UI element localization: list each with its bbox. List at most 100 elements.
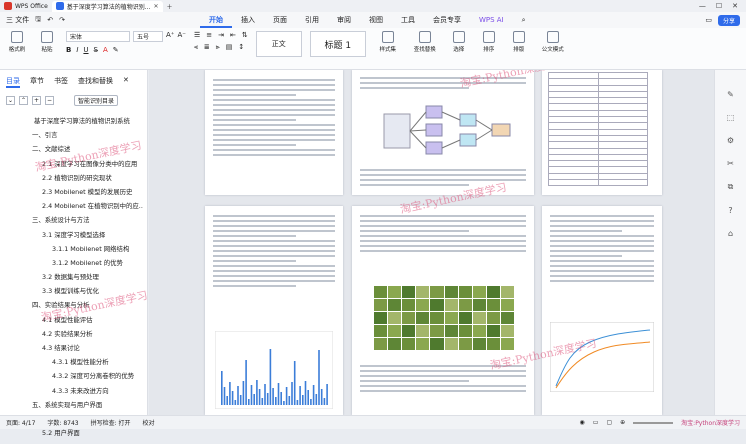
- toc-item[interactable]: 3.1.1 Mobilenet 网络结构: [4, 242, 143, 256]
- properties-icon[interactable]: ⚙: [727, 136, 734, 145]
- cut-icon[interactable]: ✂: [727, 159, 734, 168]
- bold-icon[interactable]: B: [66, 46, 71, 54]
- eye-icon[interactable]: ◉: [580, 419, 585, 426]
- edit-icon[interactable]: ✎: [727, 90, 734, 99]
- menu-home[interactable]: 开始: [200, 12, 232, 28]
- doc-mode-button[interactable]: 公文模式: [538, 31, 568, 53]
- read-mode-icon[interactable]: ▢: [606, 419, 612, 426]
- find-icon: [418, 31, 431, 43]
- underline-icon[interactable]: U: [83, 46, 88, 54]
- align-right-icon[interactable]: ⫸: [216, 43, 220, 52]
- menu-view[interactable]: 视图: [360, 12, 392, 28]
- justify-icon[interactable]: ▤: [226, 43, 233, 52]
- style-heading1[interactable]: 标题 1: [309, 31, 366, 57]
- paste-button[interactable]: 粘贴: [36, 31, 58, 53]
- toc-item[interactable]: 4.3 结果讨论: [4, 341, 143, 355]
- compare-icon[interactable]: ⧉: [728, 182, 734, 192]
- save-icon[interactable]: 🖫: [35, 15, 41, 26]
- toc-item[interactable]: 2.2 植物识别的研究现状: [4, 171, 143, 185]
- nav-tab-sections[interactable]: 章节: [30, 76, 44, 88]
- menu-page[interactable]: 页面: [264, 12, 296, 28]
- line-spacing-icon[interactable]: ↕: [238, 43, 244, 52]
- search-icon[interactable]: ⌕: [513, 12, 535, 28]
- font-size-select[interactable]: 五号: [133, 31, 163, 42]
- comment-icon[interactable]: ▭: [705, 16, 712, 24]
- shrink-font-icon[interactable]: A⁻: [177, 31, 185, 42]
- sort-text-icon[interactable]: ⇅: [242, 31, 248, 39]
- print-layout-icon[interactable]: ▭: [593, 419, 599, 426]
- architecture-diagram: [383, 105, 511, 155]
- toc-item[interactable]: 4.3.3 未来改进方向: [4, 384, 143, 398]
- toc-item[interactable]: 3.1.2 Mobilenet 的优势: [4, 256, 143, 270]
- collapse-icon[interactable]: ⌄: [6, 96, 15, 105]
- add-heading-icon[interactable]: +: [32, 96, 41, 105]
- toc-item[interactable]: 4.3.2 深度可分离卷积的优势: [4, 369, 143, 383]
- help-icon[interactable]: ?: [728, 206, 732, 215]
- menu-insert[interactable]: 插入: [232, 12, 264, 28]
- smart-toc-button[interactable]: 智能识别目录: [74, 95, 119, 106]
- select-tool-icon[interactable]: ⬚: [727, 113, 735, 122]
- spell-check[interactable]: 拼写检查: 打开: [91, 418, 131, 427]
- minimize-icon[interactable]: —: [699, 2, 706, 10]
- remove-heading-icon[interactable]: −: [45, 96, 54, 105]
- word-count[interactable]: 字数: 8743: [47, 418, 78, 427]
- format-painter-button[interactable]: 格式刷: [6, 31, 28, 53]
- nav-tab-find[interactable]: 查找和替换: [78, 76, 113, 88]
- menu-tools[interactable]: 工具: [392, 12, 424, 28]
- toc-item[interactable]: 三、系统设计与方法: [4, 213, 143, 227]
- tab-wps-office[interactable]: WPS Office: [0, 1, 52, 12]
- toc-item[interactable]: 基于深度学习算法的植物识别系统: [4, 114, 143, 128]
- document-page-2: [352, 70, 534, 195]
- number-list-icon[interactable]: ≡: [206, 31, 212, 39]
- redo-icon[interactable]: ↷: [59, 16, 65, 24]
- highlight-icon[interactable]: ✎: [113, 46, 119, 54]
- undo-icon[interactable]: ↶: [47, 16, 53, 24]
- toc-item[interactable]: 2.4 Mobilenet 在植物识别中的应...: [4, 199, 143, 213]
- bar-chart-thumbnail: [215, 331, 333, 409]
- nav-tab-bookmarks[interactable]: 书签: [54, 76, 68, 88]
- toc-item[interactable]: 3.1 深度学习模型选择: [4, 228, 143, 242]
- select-button[interactable]: 选择: [448, 31, 470, 53]
- tools-icon[interactable]: ⌂: [728, 229, 733, 238]
- toc-item[interactable]: 4.2 实验结果分析: [4, 327, 143, 341]
- toc-item[interactable]: 4.3.1 模型性能分析: [4, 355, 143, 369]
- align-left-icon[interactable]: ⫷: [194, 43, 198, 52]
- menu-member[interactable]: 会员专享: [424, 12, 470, 28]
- expand-icon[interactable]: ⌃: [19, 96, 28, 105]
- toc-item[interactable]: 2.3 Mobilenet 模型的发展历史: [4, 185, 143, 199]
- toc-item[interactable]: 3.2 数据集与预处理: [4, 270, 143, 284]
- font-color-icon[interactable]: A: [103, 46, 108, 54]
- toc-item[interactable]: 五、系统实现与用户界面: [4, 398, 143, 412]
- style-normal[interactable]: 正文: [255, 31, 302, 57]
- grow-font-icon[interactable]: A⁺: [166, 31, 174, 42]
- menu-review[interactable]: 审阅: [328, 12, 360, 28]
- tab-document[interactable]: 基于深度学习算法的植物识别... ✕: [51, 0, 163, 12]
- file-menu[interactable]: 三 文件: [6, 15, 29, 25]
- indent-icon[interactable]: ⇥: [218, 31, 224, 39]
- outdent-icon[interactable]: ⇤: [230, 31, 236, 39]
- document-page-3: [542, 70, 662, 195]
- web-layout-icon[interactable]: ⊕: [620, 419, 625, 426]
- page-indicator[interactable]: 页面: 4/17: [6, 418, 35, 427]
- tab-label: 基于深度学习算法的植物识别...: [66, 3, 151, 11]
- maximize-icon[interactable]: ☐: [716, 2, 722, 10]
- align-center-icon[interactable]: ≣: [204, 43, 210, 52]
- sort-button[interactable]: 排序: [478, 31, 500, 53]
- close-window-icon[interactable]: ✕: [732, 2, 738, 10]
- bullet-list-icon[interactable]: ☰: [194, 31, 200, 39]
- italic-icon[interactable]: I: [76, 46, 78, 54]
- nav-tab-toc[interactable]: 目录: [6, 76, 20, 88]
- layout-button[interactable]: 排版: [508, 31, 530, 53]
- close-pane-icon[interactable]: ✕: [123, 76, 129, 88]
- close-tab-icon[interactable]: ✕: [154, 3, 159, 10]
- font-name-select[interactable]: 宋体: [66, 31, 130, 42]
- styles-button[interactable]: 样式集: [374, 31, 402, 53]
- zoom-slider[interactable]: [633, 421, 674, 424]
- new-tab-button[interactable]: ＋: [163, 1, 177, 12]
- strikethrough-icon[interactable]: S̶: [94, 46, 98, 54]
- find-replace-button[interactable]: 查找替换: [410, 31, 440, 53]
- menu-references[interactable]: 引用: [296, 12, 328, 28]
- share-button[interactable]: 分享: [717, 14, 740, 26]
- menu-wps-ai[interactable]: WPS AI: [470, 12, 513, 28]
- proofread[interactable]: 校对: [143, 418, 155, 427]
